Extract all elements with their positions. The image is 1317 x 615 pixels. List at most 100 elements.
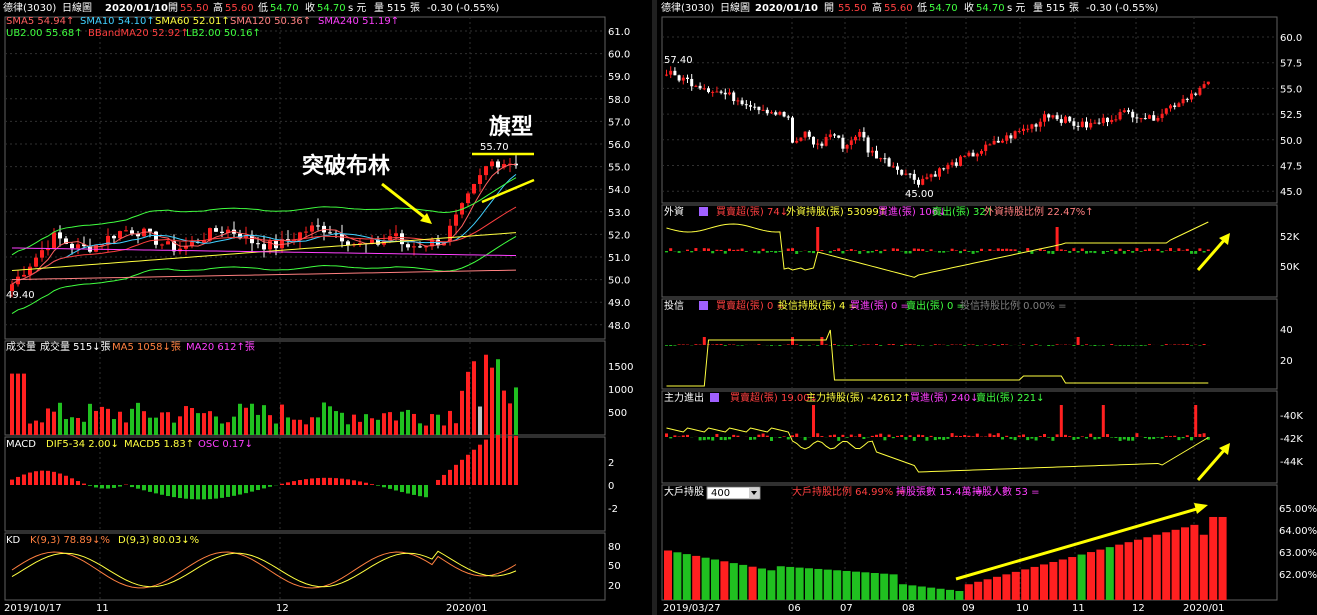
flow-bar <box>1148 248 1151 251</box>
date-tick: 2020/01 <box>1183 603 1225 614</box>
flow-bar <box>820 436 824 437</box>
flow-bar <box>891 437 895 439</box>
macd-bar <box>100 485 104 489</box>
flow-bar <box>912 248 916 251</box>
volume-bar <box>418 423 422 435</box>
macd-bar <box>238 485 242 495</box>
candle-body <box>1068 116 1072 122</box>
flow-bar <box>875 434 878 437</box>
flow-bar <box>1114 437 1118 438</box>
flow-bar <box>1059 405 1063 437</box>
candle-body <box>1026 128 1030 130</box>
macd-bar <box>190 485 194 500</box>
flow-bar <box>862 250 866 251</box>
left-open: 55.50 <box>180 3 209 14</box>
flow-bar <box>744 251 748 252</box>
trust-settings-icon[interactable] <box>699 301 708 310</box>
flow-bar <box>971 344 975 345</box>
left-header-date: 2020/01/10 <box>105 3 168 14</box>
flow-bar <box>1198 345 1202 346</box>
flow-bar <box>1194 405 1198 437</box>
kd-tick: 50 <box>608 561 621 572</box>
big-holder-bar <box>739 564 748 600</box>
right-low-marker: 45.00 <box>905 189 934 200</box>
flow-bar <box>849 249 853 251</box>
flow-bar <box>736 435 740 437</box>
macd-bar <box>454 464 458 485</box>
flow-bar <box>1055 344 1059 345</box>
flow-bar <box>1173 344 1177 345</box>
volume-bar <box>244 407 248 435</box>
macd-bar <box>178 485 182 499</box>
flow-bar <box>791 248 794 251</box>
flow-bar <box>904 251 908 254</box>
candle-body <box>946 164 950 170</box>
candle-body <box>921 178 925 185</box>
candle-body <box>900 169 904 175</box>
candle-body <box>1202 84 1206 88</box>
flow-bar <box>736 249 740 251</box>
trust-ratio: 投信持股比例 0.00% = <box>960 299 1067 312</box>
big-holder-bar <box>682 554 691 600</box>
flow-bar <box>816 433 820 437</box>
flow-bar <box>975 433 979 437</box>
flow-bar <box>1022 344 1025 345</box>
macd-bar <box>88 485 92 486</box>
big-holder-bar <box>720 561 729 600</box>
kd-title: KD <box>6 535 21 546</box>
flow-bar <box>812 405 815 437</box>
flow-bar <box>795 251 799 254</box>
candle-body <box>1051 115 1055 118</box>
candle-body <box>770 112 773 114</box>
flow-bar <box>820 250 824 251</box>
flow-bar <box>791 435 794 437</box>
flow-bar <box>770 345 773 346</box>
flow-bar <box>1177 248 1181 251</box>
macd-bar <box>268 485 272 487</box>
flow-bar <box>1131 251 1135 253</box>
date-tick: 10 <box>1016 603 1029 614</box>
price-tick: 49.0 <box>608 298 630 309</box>
flow-bar <box>959 251 962 254</box>
candle-body <box>1101 117 1105 124</box>
big-holder-bar <box>1171 529 1180 600</box>
candle-body <box>58 232 62 239</box>
flow-bar <box>883 437 887 441</box>
flow-bar <box>967 251 971 252</box>
candle-body <box>1173 105 1177 107</box>
volume-bar <box>316 417 320 435</box>
big-holder-bar <box>692 555 701 600</box>
main-tick: -40K <box>1280 411 1303 422</box>
macd-tick: 2 <box>608 458 614 469</box>
candle-body <box>1076 125 1080 127</box>
candle-body <box>887 158 891 167</box>
candle-body <box>971 152 975 157</box>
left-open-label: 開 <box>168 2 178 14</box>
main-settings-icon[interactable] <box>710 393 719 402</box>
flow-bar <box>921 345 925 346</box>
volume-bar <box>202 413 206 435</box>
candle-body <box>858 131 862 137</box>
flow-bar <box>875 249 878 251</box>
foreign-settings-icon[interactable] <box>699 207 708 216</box>
candle-body <box>799 137 803 141</box>
macd-bar <box>28 472 32 485</box>
big-holder-bar <box>1096 549 1105 600</box>
panel-divider[interactable] <box>652 0 657 615</box>
right-high-label: 高 <box>872 1 882 14</box>
flow-bar <box>1076 337 1080 345</box>
big-title: 大戶持股 <box>664 485 704 498</box>
flow-bar <box>1106 251 1109 252</box>
date-tick: 07 <box>840 603 853 614</box>
macd-bar <box>214 485 218 499</box>
macd-tick: 0 <box>608 481 614 492</box>
macd-bar <box>370 484 374 485</box>
flow-bar <box>996 248 1000 251</box>
big-holder-bar <box>823 569 832 600</box>
foreign-ratio: 外資持股比例 22.47%↑ <box>984 205 1094 218</box>
candle-body <box>1059 119 1063 123</box>
flow-bar <box>963 435 967 437</box>
volume-bar <box>238 403 242 435</box>
volume-bar <box>52 411 56 435</box>
flow-bar <box>1055 434 1059 437</box>
